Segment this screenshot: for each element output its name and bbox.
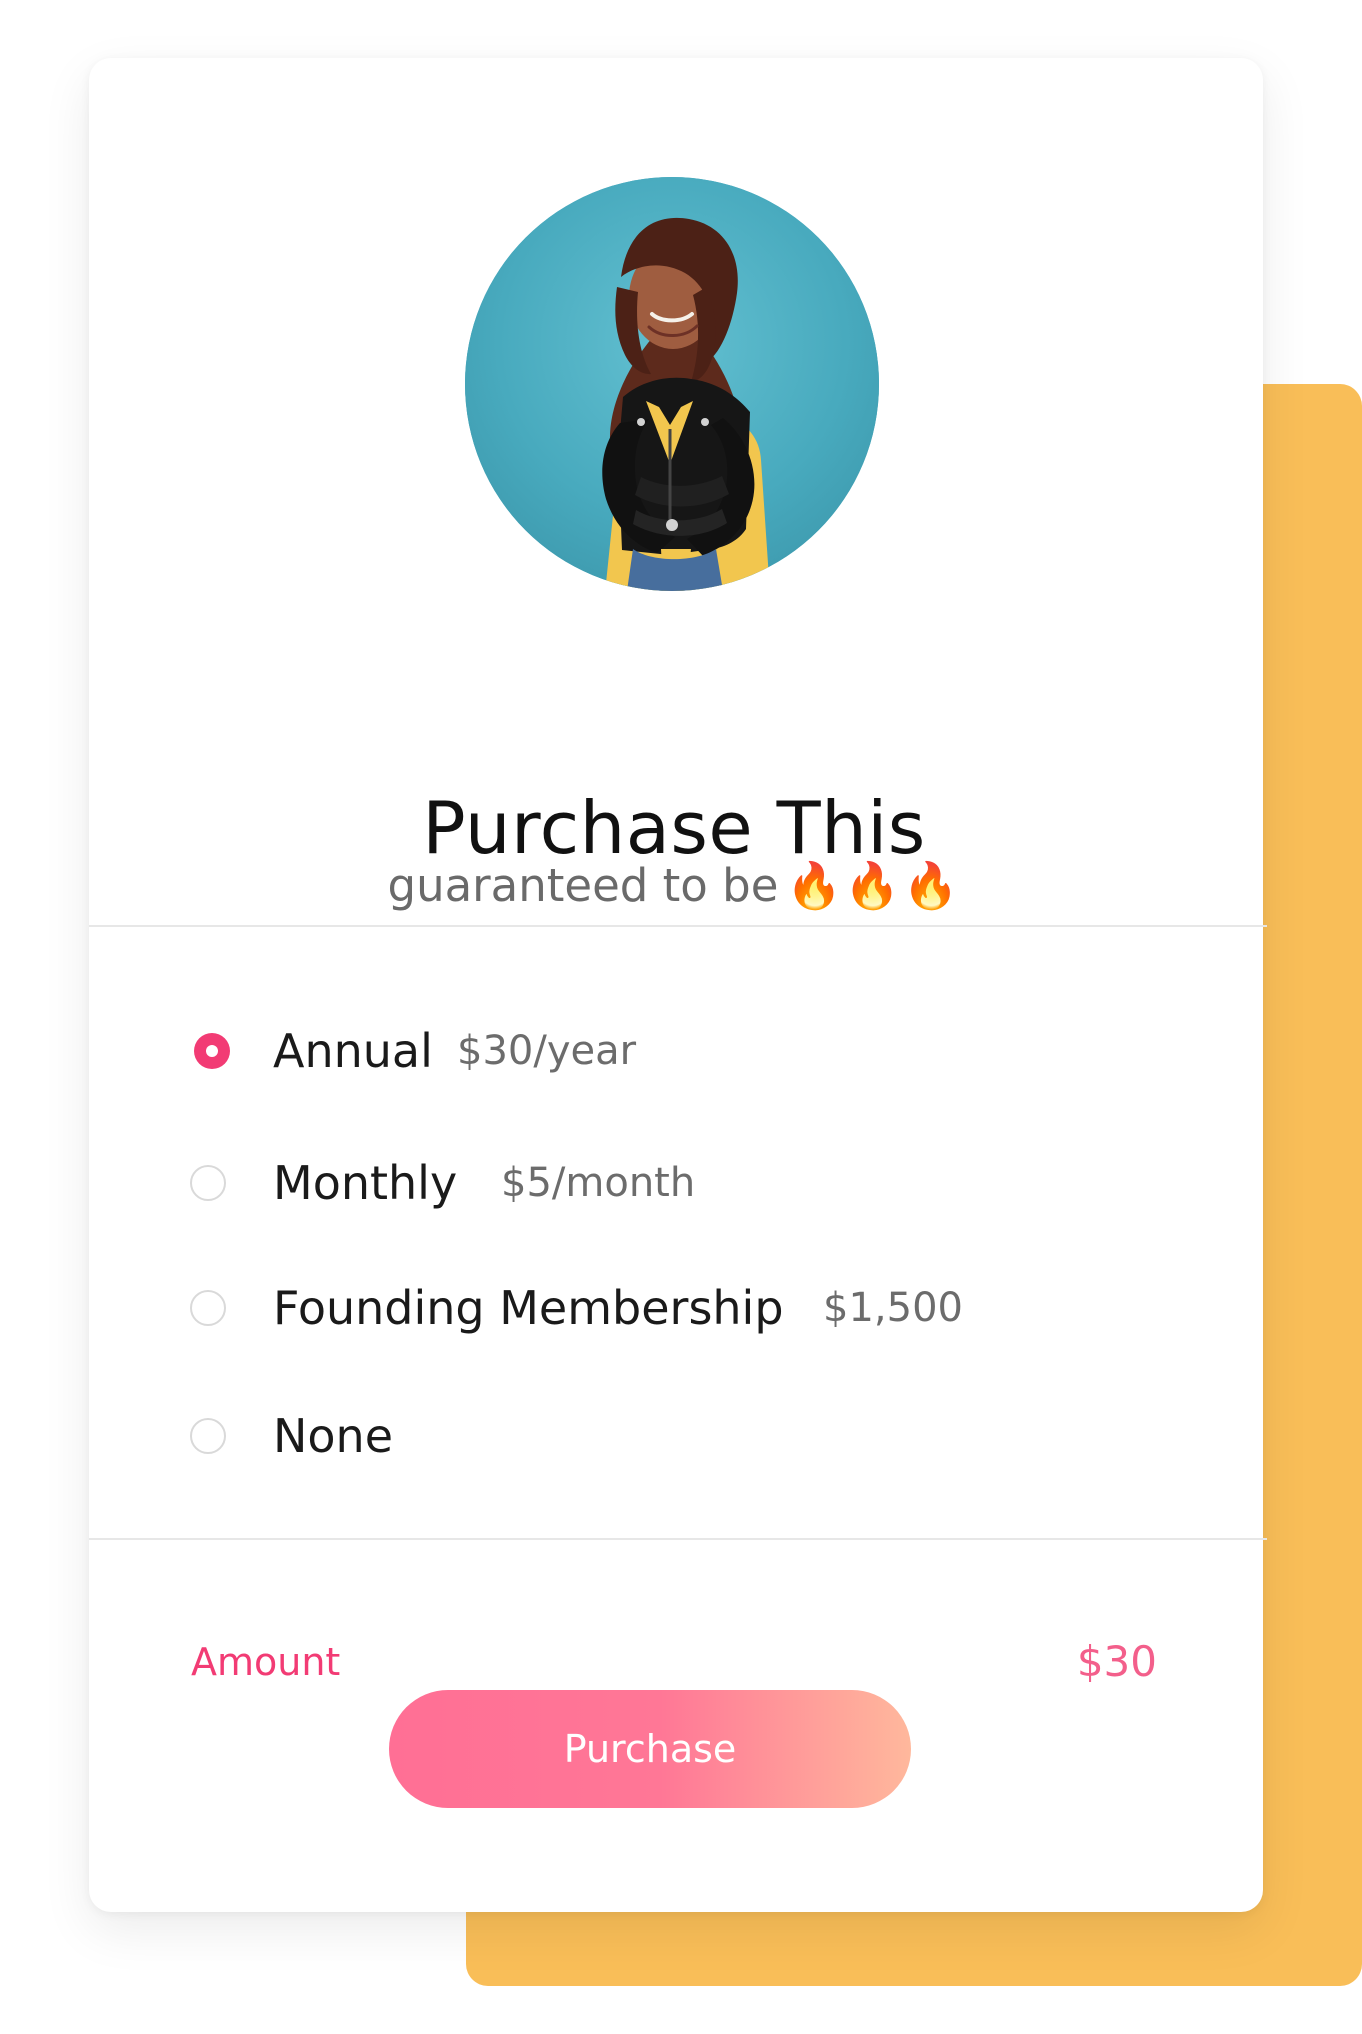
plan-label-annual: Annual: [273, 1024, 433, 1078]
purchase-button[interactable]: Purchase: [389, 1690, 911, 1808]
radio-unselected-icon[interactable]: [190, 1418, 226, 1454]
plan-option-founding-membership[interactable]: Founding Membership $1,500: [89, 1270, 1263, 1346]
radio-unselected-icon[interactable]: [190, 1165, 226, 1201]
plan-option-annual[interactable]: Annual $30/year: [89, 1013, 1263, 1089]
plan-label-founding-membership: Founding Membership: [273, 1281, 784, 1335]
plan-option-none[interactable]: None: [89, 1398, 1263, 1474]
plan-option-monthly[interactable]: Monthly $5/month: [89, 1145, 1263, 1221]
plan-label-none: None: [273, 1409, 394, 1463]
plan-price-annual: $30/year: [457, 1028, 637, 1074]
amount-value: $30: [1076, 1637, 1157, 1686]
radio-selected-icon[interactable]: [194, 1033, 230, 1069]
purchase-card: Purchase This guaranteed to be 🔥🔥🔥 Annual…: [89, 58, 1267, 1912]
subtitle: guaranteed to be 🔥🔥🔥: [89, 858, 1259, 914]
avatar-illustration: [465, 177, 879, 591]
divider-bottom: [89, 1538, 1267, 1540]
plan-price-founding-membership: $1,500: [823, 1285, 963, 1331]
amount-label: Amount: [191, 1640, 341, 1684]
subtitle-text: guaranteed to be: [387, 859, 779, 912]
plan-label-monthly: Monthly: [273, 1156, 458, 1210]
radio-unselected-icon[interactable]: [190, 1290, 226, 1326]
fire-emoji-group: 🔥🔥🔥: [786, 859, 961, 912]
amount-summary: Amount $30: [89, 1632, 1263, 1692]
avatar: [465, 177, 879, 591]
plan-price-monthly: $5/month: [501, 1160, 696, 1206]
divider-top: [89, 925, 1267, 927]
